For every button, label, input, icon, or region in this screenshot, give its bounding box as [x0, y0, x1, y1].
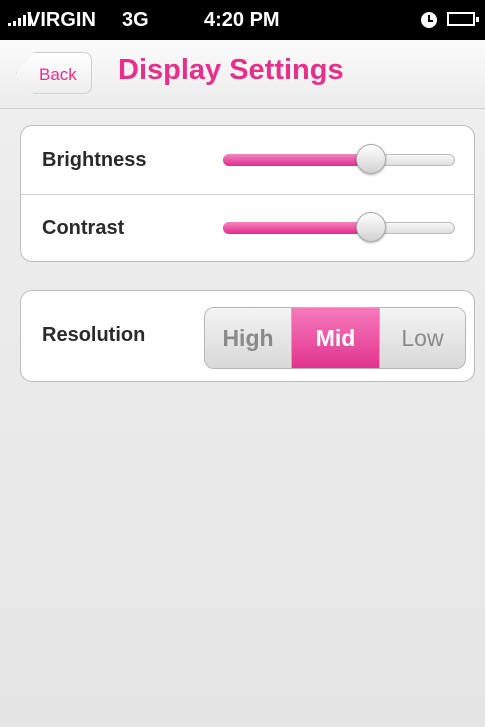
- status-bar: VIRGIN 3G 4:20 PM: [0, 0, 485, 40]
- navigation-bar: Back Display Settings: [0, 40, 485, 109]
- resolution-option-mid[interactable]: Mid: [292, 308, 379, 368]
- brightness-row: Brightness: [21, 126, 474, 195]
- contrast-slider-thumb[interactable]: [356, 212, 387, 242]
- contrast-slider-fill: [223, 222, 372, 234]
- back-button[interactable]: Back: [16, 52, 92, 94]
- settings-content: Brightness Contrast Resolution High Mid …: [0, 109, 485, 727]
- brightness-label: Brightness: [42, 149, 147, 171]
- network-type: 3G: [122, 9, 149, 31]
- brightness-slider-fill: [223, 154, 372, 166]
- page-title: Display Settings: [118, 54, 344, 86]
- brightness-slider[interactable]: [223, 144, 455, 174]
- resolution-segmented-control[interactable]: High Mid Low: [204, 307, 466, 369]
- battery-icon: [447, 12, 479, 26]
- resolution-option-low[interactable]: Low: [379, 308, 465, 368]
- clock-icon: [421, 12, 437, 28]
- contrast-row: Contrast: [21, 194, 474, 262]
- contrast-slider[interactable]: [223, 212, 455, 242]
- resolution-group: Resolution High Mid Low: [20, 290, 475, 382]
- brightness-slider-thumb[interactable]: [356, 144, 387, 174]
- contrast-label: Contrast: [42, 217, 125, 239]
- status-time: 4:20 PM: [204, 9, 280, 31]
- back-button-label: Back: [39, 65, 77, 84]
- resolution-label: Resolution: [42, 324, 146, 346]
- carrier-name: VIRGIN: [27, 9, 96, 31]
- slider-group: Brightness Contrast: [20, 125, 475, 262]
- resolution-option-high[interactable]: High: [205, 308, 292, 368]
